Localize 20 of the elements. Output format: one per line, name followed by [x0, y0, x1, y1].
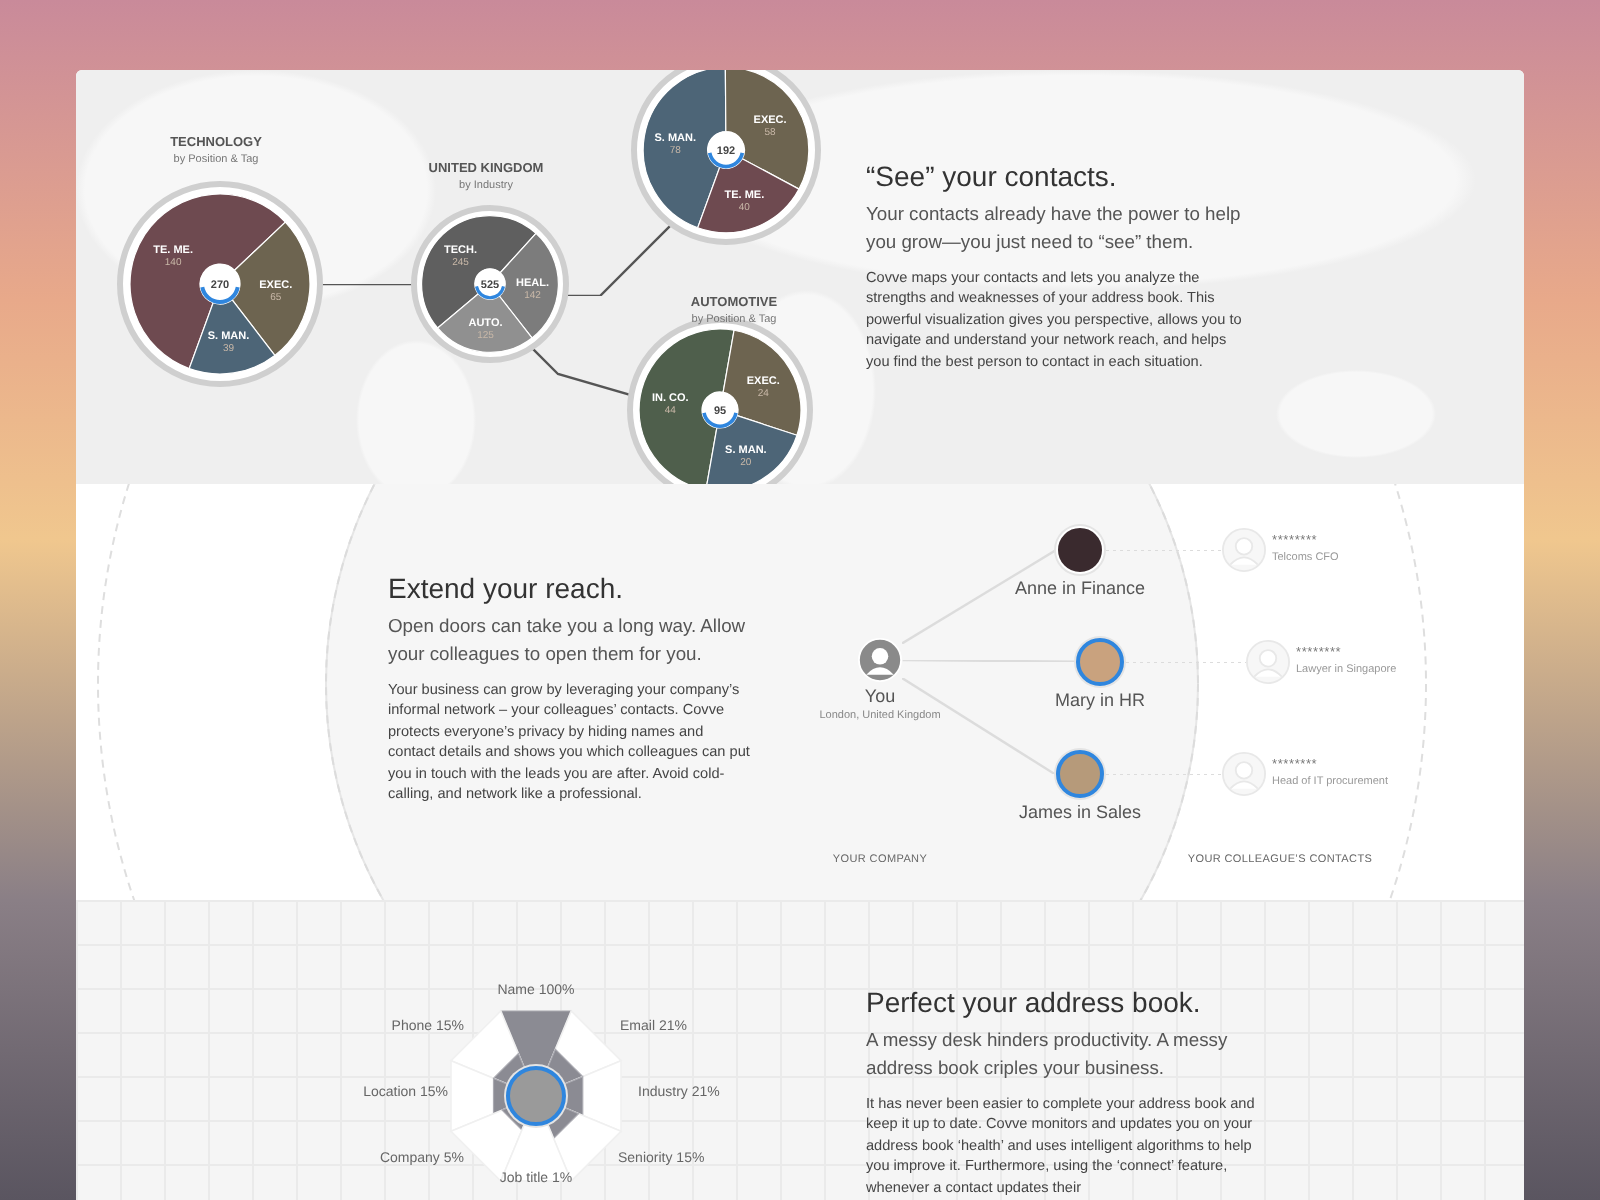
donut-slice [498, 232, 559, 339]
lead-text: Open doors can take you a long way. Allow your colleagues to open them for you. [388, 612, 748, 668]
section-heading: “See” your contacts. [866, 160, 1119, 192]
contact-silhouette-icon [1222, 528, 1266, 572]
colleague-name[interactable]: Mary in HR [1055, 690, 1145, 712]
contact-silhouette-icon [1246, 640, 1290, 684]
person-name: You [862, 686, 898, 708]
colleague-name[interactable]: James in Sales [1018, 802, 1142, 824]
section-heading: Extend your reach. [388, 572, 626, 604]
user-avatar-icon [858, 638, 902, 682]
donut-slice [188, 299, 276, 375]
section-heading: Perfect your address book. [866, 986, 1203, 1018]
donut-slice [697, 158, 800, 234]
contact-silhouette-icon [1222, 752, 1266, 796]
connector-line [566, 222, 674, 296]
lead-text: A messy desk hinders productivity. A messy address book criples your business. [866, 1026, 1230, 1082]
lead-text: Your contacts already have the power to help you grow—you just need to “see” them. [866, 200, 1243, 256]
connector-line [532, 348, 634, 396]
connector-line [320, 284, 414, 286]
colleague-name[interactable]: Anne in Finance [1014, 578, 1146, 600]
